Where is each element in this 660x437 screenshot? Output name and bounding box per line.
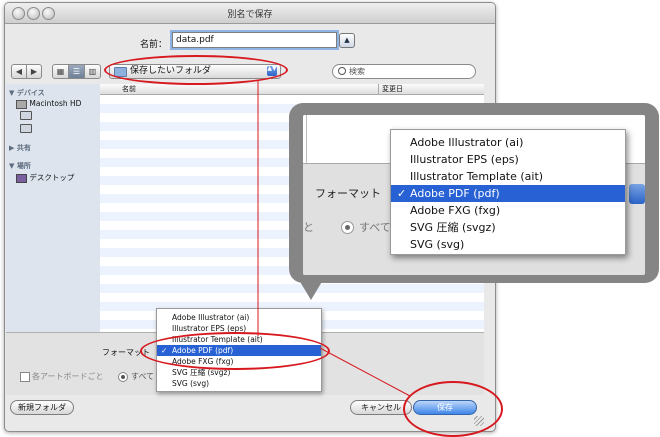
location-highlight-ring: [104, 55, 288, 85]
save-highlight-ring: [403, 381, 503, 437]
annotation-layer: [257, 81, 411, 397]
annotation-line: [319, 347, 411, 397]
format-highlight-ring: [140, 332, 330, 370]
